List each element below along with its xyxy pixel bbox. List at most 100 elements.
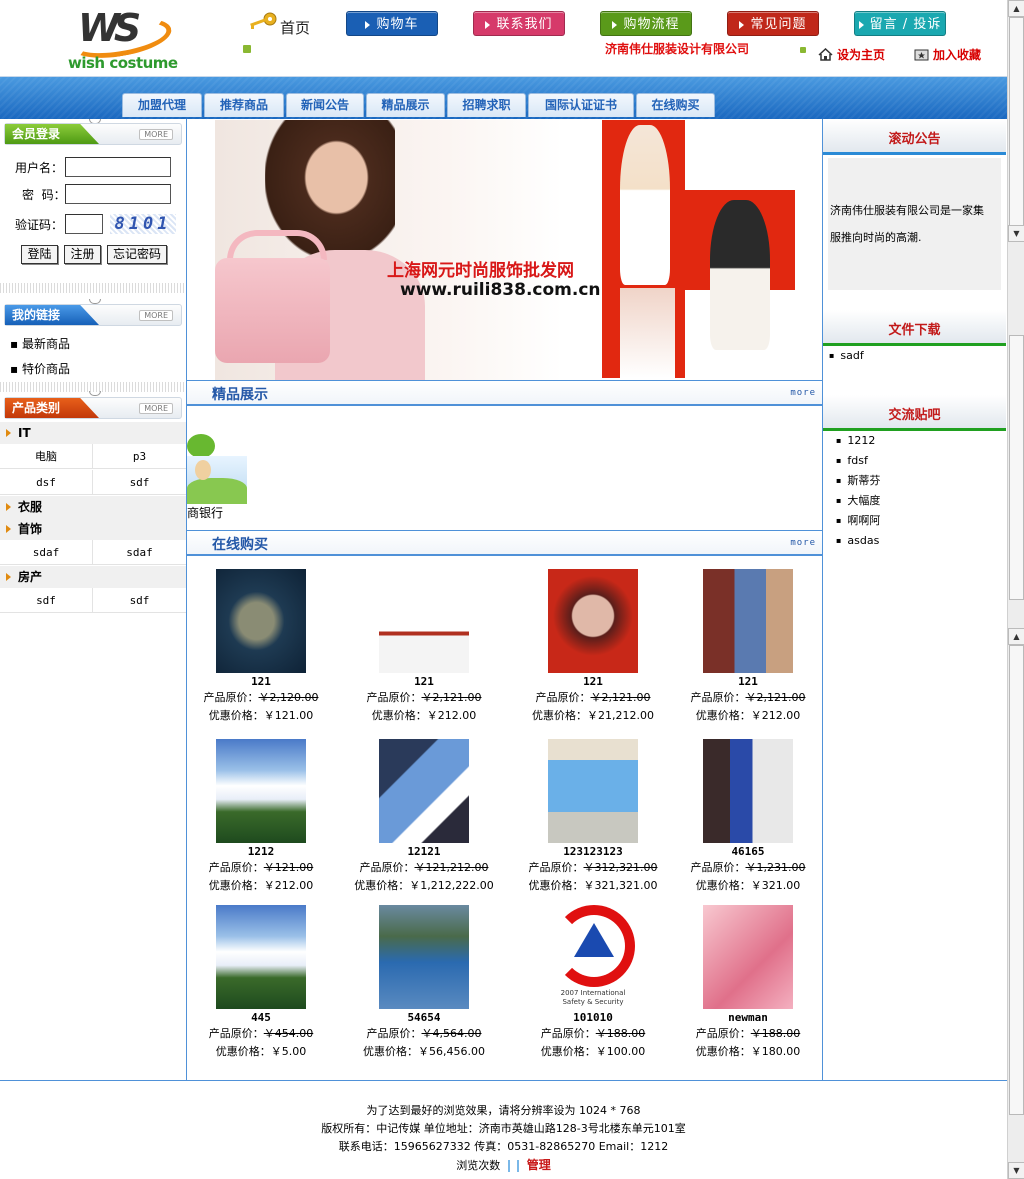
admin-link[interactable]: 管理 <box>527 1158 551 1172</box>
captcha-input[interactable] <box>65 214 103 234</box>
product-image[interactable]: 2007 International Safety & Security <box>548 905 638 1009</box>
product-name[interactable]: 121 <box>668 675 828 689</box>
forum-item[interactable]: 大幅度 <box>836 491 880 511</box>
nav-tab-1[interactable]: 加盟代理 <box>122 93 202 117</box>
link-special-products[interactable]: ▪ 特价商品 <box>10 360 70 377</box>
nav-tab-4[interactable]: 精品展示 <box>366 93 445 117</box>
top-button-4[interactable]: 常见问题 <box>727 11 819 36</box>
scroll-up-arrow-icon[interactable]: ▲ <box>1008 0 1024 17</box>
original-price-value: ￥454.00 <box>263 1027 314 1040</box>
top-button-5[interactable]: 留言 / 投诉 <box>854 11 946 36</box>
product-image[interactable] <box>379 739 469 843</box>
product-name[interactable]: 121 <box>513 675 673 689</box>
product-image[interactable] <box>703 739 793 843</box>
link-latest-products[interactable]: ▪ 最新商品 <box>10 335 70 352</box>
links-more-button[interactable]: MORE <box>139 310 173 321</box>
category-item[interactable]: sdaf <box>93 540 186 565</box>
category-group-1[interactable]: IT <box>0 422 186 444</box>
nav-tab-3[interactable]: 新闻公告 <box>286 93 364 117</box>
product-image[interactable] <box>379 905 469 1009</box>
notice-title: 滚动公告 <box>888 132 941 147</box>
product-card[interactable]: 54654 产品原价：￥4,564.00 优惠价格：￥56,456.00 <box>344 905 504 1061</box>
add-favorite-link[interactable]: 加入收藏 <box>914 46 981 63</box>
category-group-4[interactable]: 房产 <box>0 566 186 588</box>
category-item[interactable]: dsf <box>0 470 93 495</box>
category-item[interactable]: sdf <box>93 470 186 495</box>
nav-tab-7[interactable]: 在线购买 <box>636 93 715 117</box>
product-card[interactable]: 46165 产品原价：￥1,231.00 优惠价格：￥321.00 <box>668 739 828 895</box>
set-homepage-link[interactable]: 设为主页 <box>818 46 885 63</box>
product-card[interactable]: 2007 International Safety & Security 10101… <box>513 905 673 1061</box>
product-image[interactable] <box>216 905 306 1009</box>
category-group-3[interactable]: 首饰 <box>0 518 186 540</box>
product-card[interactable]: 121 产品原价：￥2,121.00 优惠价格：￥212.00 <box>344 569 504 725</box>
product-card[interactable]: 121 产品原价：￥2,121.00 优惠价格：￥212.00 <box>668 569 828 725</box>
register-button[interactable]: 注册 <box>64 245 101 264</box>
product-name[interactable]: 46165 <box>668 845 828 859</box>
product-name[interactable]: 1212 <box>181 845 341 859</box>
site-logo[interactable]: WS wish costume <box>67 4 180 74</box>
online-more-link[interactable]: more <box>790 538 816 548</box>
nav-tab-5[interactable]: 招聘求职 <box>447 93 526 117</box>
forgot-password-button[interactable]: 忘记密码 <box>107 245 167 264</box>
product-name[interactable]: 121 <box>181 675 341 689</box>
login-button[interactable]: 登陆 <box>21 245 58 264</box>
scroll-down-arrow-icon[interactable]: ▼ <box>1008 225 1024 242</box>
forum-item[interactable]: 啊啊阿 <box>836 511 880 531</box>
scroll-thumb[interactable] <box>1009 17 1024 232</box>
category-group-2[interactable]: 衣服 <box>0 496 186 518</box>
product-image[interactable] <box>548 569 638 673</box>
product-image[interactable] <box>548 739 638 843</box>
add-favorite-label: 加入收藏 <box>933 48 982 62</box>
scroll-thumb-3[interactable] <box>1009 645 1024 1115</box>
username-input[interactable] <box>65 157 171 177</box>
original-price-value: ￥4,564.00 <box>421 1027 482 1040</box>
product-image[interactable] <box>216 569 306 673</box>
download-item[interactable]: sadf <box>829 346 863 366</box>
product-card[interactable]: 445 产品原价：￥454.00 优惠价格：￥5.00 <box>181 905 341 1061</box>
product-name[interactable]: 123123123 <box>513 845 673 859</box>
nav-tab-6[interactable]: 国际认证证书 <box>528 93 634 117</box>
product-image[interactable] <box>703 569 793 673</box>
forum-item[interactable]: 1212 <box>836 431 880 451</box>
product-name[interactable]: 121 <box>344 675 504 689</box>
top-button-2[interactable]: 联系我们 <box>473 11 565 36</box>
product-image[interactable] <box>379 569 469 673</box>
product-image[interactable] <box>703 905 793 1009</box>
scroll-down-arrow-icon-2[interactable]: ▼ <box>1008 1162 1024 1179</box>
product-name[interactable]: newman <box>668 1011 828 1025</box>
product-name[interactable]: 12121 <box>344 845 504 859</box>
vertical-scrollbar[interactable]: ▲ ▼ ▲ ▼ <box>1007 0 1024 1179</box>
scroll-up-arrow-icon-2[interactable]: ▲ <box>1008 628 1024 645</box>
product-card[interactable]: 121 产品原价：￥2,121.00 优惠价格：￥21,212.00 <box>513 569 673 725</box>
product-name[interactable]: 101010 <box>513 1011 673 1025</box>
featured-item-caption[interactable]: 商银行 <box>187 504 223 521</box>
scroll-thumb-2[interactable] <box>1009 335 1024 600</box>
featured-item-image[interactable] <box>187 416 247 504</box>
category-more-button[interactable]: MORE <box>139 403 173 414</box>
product-card[interactable]: 123123123 产品原价：￥312,321.00 优惠价格：￥321,321.0… <box>513 739 673 895</box>
nav-tab-2[interactable]: 推荐商品 <box>204 93 284 117</box>
category-item[interactable]: p3 <box>93 444 186 469</box>
category-item[interactable]: sdf <box>0 588 93 613</box>
product-card[interactable]: 1212 产品原价：￥121.00 优惠价格：￥212.00 <box>181 739 341 895</box>
category-item[interactable]: 电脑 <box>0 444 93 469</box>
category-item[interactable]: sdaf <box>0 540 93 565</box>
forum-item[interactable]: asdas <box>836 531 880 551</box>
category-item[interactable]: sdf <box>93 588 186 613</box>
top-button-3[interactable]: 购物流程 <box>600 11 692 36</box>
original-price-label: 产品原价： <box>535 691 591 704</box>
forum-item[interactable]: fdsf <box>836 451 880 471</box>
top-button-1[interactable]: 购物车 <box>346 11 438 36</box>
product-card[interactable]: 12121 产品原价：￥121,212.00 优惠价格：￥1,212,222.00 <box>344 739 504 895</box>
product-name[interactable]: 54654 <box>344 1011 504 1025</box>
login-more-button[interactable]: MORE <box>139 129 173 140</box>
product-image[interactable] <box>216 739 306 843</box>
home-link[interactable]: 首页 <box>280 17 310 38</box>
forum-item[interactable]: 斯蒂芬 <box>836 471 880 491</box>
featured-more-link[interactable]: more <box>790 388 816 398</box>
product-card[interactable]: 121 产品原价：￥2,120.00 优惠价格：￥121.00 <box>181 569 341 725</box>
password-input[interactable] <box>65 184 171 204</box>
product-name[interactable]: 445 <box>181 1011 341 1025</box>
product-card[interactable]: newman 产品原价：￥188.00 优惠价格：￥180.00 <box>668 905 828 1061</box>
